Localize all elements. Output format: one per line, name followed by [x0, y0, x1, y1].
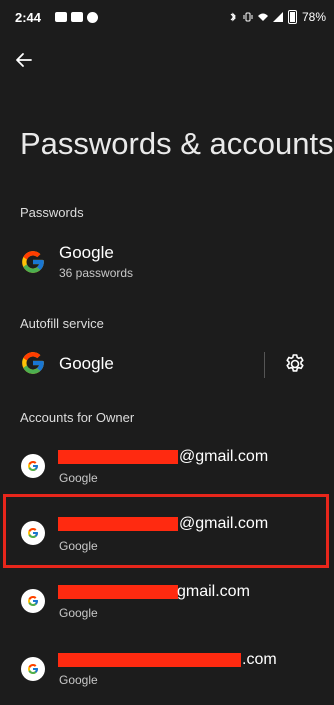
account-row[interactable]: .com Google	[0, 640, 334, 704]
account-row[interactable]: @gmail.com Google	[0, 504, 334, 568]
redaction-bar	[58, 450, 178, 464]
redaction-bar	[58, 653, 241, 667]
account-row[interactable]: gmail.com Google	[0, 572, 334, 636]
back-button[interactable]	[12, 48, 36, 72]
status-bar: 2:44 78%	[0, 0, 334, 36]
google-logo-icon	[28, 664, 38, 674]
system-icons: 78%	[228, 10, 326, 24]
passwords-google-row[interactable]: Google 36 passwords	[0, 236, 334, 290]
account-email: @gmail.com	[179, 515, 269, 532]
account-type: Google	[59, 471, 98, 485]
account-email: gmail.com	[177, 583, 250, 600]
battery-icon	[287, 10, 297, 24]
account-row[interactable]: @gmail.com Google	[0, 436, 334, 500]
google-logo-icon	[28, 596, 38, 606]
google-account-icon	[21, 521, 45, 545]
page-title: Passwords & accounts	[20, 126, 334, 161]
signal-icon	[272, 12, 283, 22]
notification-icons	[55, 12, 98, 23]
google-logo-icon	[22, 352, 44, 374]
gear-icon	[286, 354, 304, 372]
google-logo-icon	[22, 251, 44, 273]
account-email: .com	[242, 651, 277, 668]
section-header-accounts: Accounts for Owner	[20, 410, 135, 425]
google-account-icon	[21, 657, 45, 681]
autofill-provider-label: Google	[59, 354, 114, 373]
google-account-icon	[21, 454, 45, 478]
google-logo-icon	[28, 461, 38, 471]
notification-app-icon	[87, 12, 98, 23]
notification-app-icon	[71, 12, 83, 22]
arrow-back-icon	[16, 53, 32, 67]
section-header-passwords: Passwords	[20, 205, 84, 220]
passwords-provider-label: Google	[59, 243, 114, 262]
account-type: Google	[59, 606, 98, 620]
wifi-icon	[257, 13, 268, 21]
account-email: @gmail.com	[179, 448, 269, 465]
notification-app-icon	[55, 12, 67, 22]
google-logo-icon	[28, 528, 38, 538]
vibrate-icon	[243, 12, 253, 22]
vertical-divider	[264, 352, 265, 378]
redaction-bar	[58, 585, 178, 599]
status-time: 2:44	[15, 10, 42, 25]
account-type: Google	[59, 539, 98, 553]
passwords-count: 36 passwords	[59, 266, 134, 280]
battery-percent: 78%	[301, 10, 326, 24]
account-type: Google	[59, 673, 98, 687]
google-account-icon	[21, 589, 45, 613]
section-header-autofill: Autofill service	[20, 316, 104, 331]
autofill-settings-button[interactable]	[283, 352, 307, 376]
redaction-bar	[58, 517, 178, 531]
bluetooth-icon	[230, 12, 236, 22]
